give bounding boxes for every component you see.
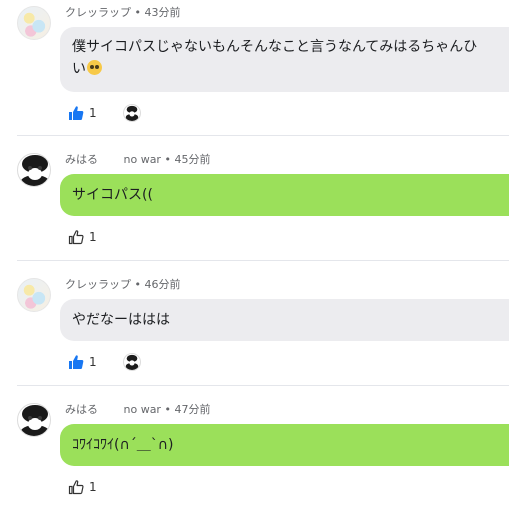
comment-bubble: ｺﾜｲｺﾜｲ(∩´＿`∩) — [60, 424, 509, 466]
comment-bubble: 僕サイコパスじゃないもんそんなこと言うなんてみはるちゃんひ い — [60, 27, 509, 92]
like-count: 1 — [89, 355, 97, 369]
cat-avatar-icon — [20, 155, 50, 186]
separator: • — [164, 403, 171, 416]
user-avatar[interactable] — [17, 153, 51, 187]
user-avatar[interactable] — [17, 6, 51, 40]
comment-bubble: やだなーははは — [60, 299, 509, 341]
comment-text-line: い — [72, 58, 497, 80]
creator-heart-avatar-icon — [122, 104, 141, 122]
author-name[interactable]: クレッラップ — [65, 6, 131, 19]
cat-avatar-icon — [20, 405, 50, 436]
thumbs-up-outline-icon[interactable] — [68, 479, 84, 495]
comment-meta: みはる no war • 45分前 — [65, 151, 210, 167]
comment-bubble: サイコパス(( — [60, 174, 509, 216]
timestamp: 47分前 — [174, 403, 211, 416]
author-tag: no war — [123, 403, 161, 416]
separator: • — [164, 153, 171, 166]
comment-divider — [17, 385, 509, 386]
timestamp: 43分前 — [144, 6, 181, 19]
comment-text-line: 僕サイコパスじゃないもんそんなこと言うなんてみはるちゃんひ — [72, 39, 478, 55]
comment-divider — [17, 135, 509, 136]
separator: • — [134, 278, 142, 291]
comment-meta: クレッラップ • 46分前 — [65, 276, 181, 292]
comment-actions: 1 — [68, 478, 97, 496]
author-name[interactable]: クレッラップ — [65, 278, 131, 291]
timestamp: 45分前 — [174, 153, 211, 166]
comment-actions: 1 — [68, 353, 141, 371]
creator-heart-avatar-icon — [122, 353, 141, 371]
comment-divider — [17, 260, 509, 261]
like-count: 1 — [89, 230, 97, 244]
comment-actions: 1 — [68, 228, 97, 246]
thumbs-up-filled-icon[interactable] — [68, 105, 84, 121]
timestamp: 46分前 — [144, 278, 181, 291]
user-avatar[interactable] — [17, 403, 51, 437]
thumbs-up-filled-icon[interactable] — [68, 354, 84, 370]
comment-actions: 1 — [68, 104, 141, 122]
author-name[interactable]: みはる — [65, 403, 98, 416]
thumbs-up-outline-icon[interactable] — [68, 229, 84, 245]
like-count: 1 — [89, 106, 97, 120]
user-avatar[interactable] — [17, 278, 51, 312]
comment-text: ｺﾜｲｺﾜｲ(∩´＿`∩) — [72, 437, 174, 453]
author-name[interactable]: みはる — [65, 153, 98, 166]
comment-text: やだなーははは — [72, 312, 170, 328]
separator: • — [134, 6, 142, 19]
pleading-face-emoji-icon — [87, 60, 102, 75]
comment-text: サイコパス(( — [72, 187, 153, 203]
like-count: 1 — [89, 480, 97, 494]
author-tag: no war — [123, 153, 161, 166]
comment-meta: クレッラップ • 43分前 — [65, 4, 181, 20]
comment-meta: みはる no war • 47分前 — [65, 401, 210, 417]
